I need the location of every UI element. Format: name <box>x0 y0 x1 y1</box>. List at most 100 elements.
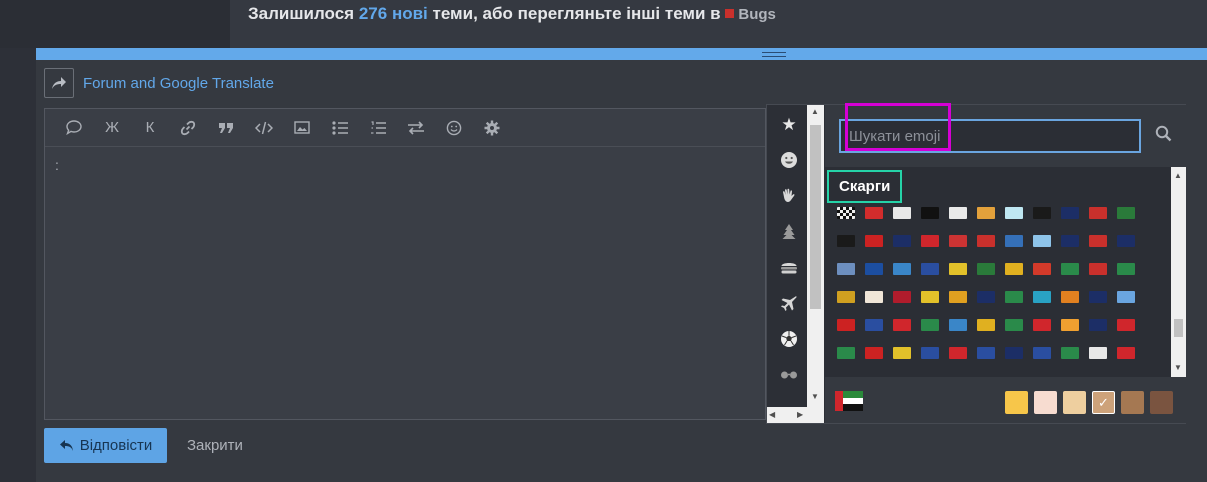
flag-emoji[interactable] <box>893 263 911 275</box>
skin-tone-swatch[interactable]: ✓ <box>1092 391 1115 414</box>
category-horizontal-scrollbar[interactable]: ◀ ▶ <box>767 407 807 423</box>
flag-emoji[interactable] <box>865 235 883 247</box>
translate-link[interactable]: Forum and Google Translate <box>83 75 274 92</box>
flag-emoji[interactable] <box>1005 207 1023 219</box>
code-icon[interactable] <box>245 113 283 143</box>
flag-emoji[interactable] <box>837 347 855 359</box>
list-scroll-down-arrow-icon[interactable]: ▼ <box>1174 363 1182 372</box>
flag-emoji[interactable] <box>837 319 855 331</box>
flag-emoji[interactable] <box>1117 319 1135 331</box>
flag-emoji[interactable] <box>921 347 939 359</box>
flag-emoji[interactable] <box>1117 235 1135 247</box>
flag-emoji[interactable] <box>1061 207 1079 219</box>
flag-emoji[interactable] <box>921 291 939 303</box>
smiley-face-icon[interactable] <box>779 150 799 170</box>
bullet-list-icon[interactable] <box>321 113 359 143</box>
flag-emoji[interactable] <box>837 263 855 275</box>
flag-emoji[interactable] <box>1005 263 1023 275</box>
star-icon[interactable]: ★ <box>779 115 799 135</box>
flag-emoji[interactable] <box>865 347 883 359</box>
flag-emoji[interactable] <box>1005 347 1023 359</box>
tree-icon[interactable] <box>779 222 799 242</box>
flag-emoji[interactable] <box>977 319 995 331</box>
forum-link[interactable]: Bugs <box>738 6 776 23</box>
flag-emoji[interactable] <box>1005 291 1023 303</box>
flag-emoji[interactable] <box>893 235 911 247</box>
new-topics-word-link[interactable]: нові <box>392 4 428 23</box>
flag-emoji[interactable] <box>1061 347 1079 359</box>
skin-tone-swatch[interactable] <box>1005 391 1028 414</box>
flag-emoji[interactable] <box>977 291 995 303</box>
flag-emoji[interactable] <box>977 207 995 219</box>
flag-emoji[interactable] <box>1033 235 1051 247</box>
link-icon[interactable] <box>169 113 207 143</box>
skin-tone-swatch[interactable] <box>1121 391 1144 414</box>
flag-emoji[interactable] <box>949 263 967 275</box>
flag-emoji[interactable] <box>1089 291 1107 303</box>
flag-emoji[interactable] <box>1061 263 1079 275</box>
skin-tone-swatch[interactable] <box>1063 391 1086 414</box>
flag-emoji[interactable] <box>1061 291 1079 303</box>
flag-emoji[interactable] <box>1089 263 1107 275</box>
flag-emoji[interactable] <box>949 235 967 247</box>
skin-tone-swatch[interactable] <box>1150 391 1173 414</box>
flag-emoji[interactable] <box>1117 263 1135 275</box>
airplane-icon[interactable] <box>779 293 799 313</box>
flag-emoji[interactable] <box>1033 263 1051 275</box>
flag-emoji[interactable] <box>949 347 967 359</box>
scroll-right-arrow-icon[interactable]: ▶ <box>797 410 803 419</box>
search-icon[interactable] <box>1155 125 1172 147</box>
flag-emoji[interactable] <box>837 291 855 303</box>
scroll-left-arrow-icon[interactable]: ◀ <box>769 410 775 419</box>
list-scroll-up-arrow-icon[interactable]: ▲ <box>1174 171 1182 180</box>
flag-emoji[interactable] <box>1117 347 1135 359</box>
message-editor[interactable]: Ж К: <box>44 108 766 420</box>
flag-emoji[interactable] <box>921 207 939 219</box>
flag-emoji[interactable] <box>893 319 911 331</box>
flag-emoji[interactable] <box>949 291 967 303</box>
flag-emoji[interactable] <box>921 319 939 331</box>
smiley-icon[interactable] <box>435 113 473 143</box>
flag-emoji[interactable] <box>1005 235 1023 247</box>
share-arrow-button[interactable] <box>44 68 74 98</box>
flag-emoji[interactable] <box>1117 207 1135 219</box>
category-scroll-thumb[interactable] <box>810 125 821 309</box>
flag-emoji[interactable] <box>949 319 967 331</box>
flag-emoji[interactable] <box>1061 235 1079 247</box>
flag-emoji[interactable] <box>837 207 855 219</box>
category-scrollbar[interactable]: ▲ ▼ <box>807 105 824 423</box>
flag-emoji[interactable] <box>921 263 939 275</box>
flag-emoji[interactable] <box>893 347 911 359</box>
new-topics-count-link[interactable]: 276 <box>359 4 387 23</box>
waving-hand-icon[interactable] <box>779 186 799 206</box>
italic-button[interactable]: К <box>131 113 169 143</box>
scroll-up-arrow-icon[interactable]: ▲ <box>811 107 819 116</box>
gear-icon[interactable] <box>473 113 511 143</box>
flag-emoji[interactable] <box>865 207 883 219</box>
close-button[interactable]: Закрити <box>187 428 243 463</box>
burger-icon[interactable] <box>779 258 799 278</box>
flag-emoji[interactable] <box>1089 319 1107 331</box>
flag-emoji[interactable] <box>1033 347 1051 359</box>
flag-emoji[interactable] <box>1089 235 1107 247</box>
flag-emoji[interactable] <box>865 291 883 303</box>
flag-emoji[interactable] <box>1117 291 1135 303</box>
flag-emoji[interactable] <box>1033 207 1051 219</box>
flag-emoji[interactable] <box>949 207 967 219</box>
flag-emoji[interactable] <box>977 263 995 275</box>
image-icon[interactable] <box>283 113 321 143</box>
soccer-ball-icon[interactable] <box>779 329 799 349</box>
flag-emoji[interactable] <box>893 291 911 303</box>
flag-emoji[interactable] <box>1061 319 1079 331</box>
quote-icon[interactable] <box>207 113 245 143</box>
reply-button[interactable]: Відповісти <box>44 428 167 463</box>
bold-button[interactable]: Ж <box>93 113 131 143</box>
swap-arrows-icon[interactable] <box>397 113 435 143</box>
flag-emoji[interactable] <box>1005 319 1023 331</box>
scroll-down-arrow-icon[interactable]: ▼ <box>811 392 819 401</box>
speech-bubble-icon[interactable] <box>55 113 93 143</box>
flag-emoji[interactable] <box>865 319 883 331</box>
flag-emoji[interactable] <box>1089 347 1107 359</box>
editor-content[interactable]: : <box>55 157 59 173</box>
flag-emoji[interactable] <box>1089 207 1107 219</box>
